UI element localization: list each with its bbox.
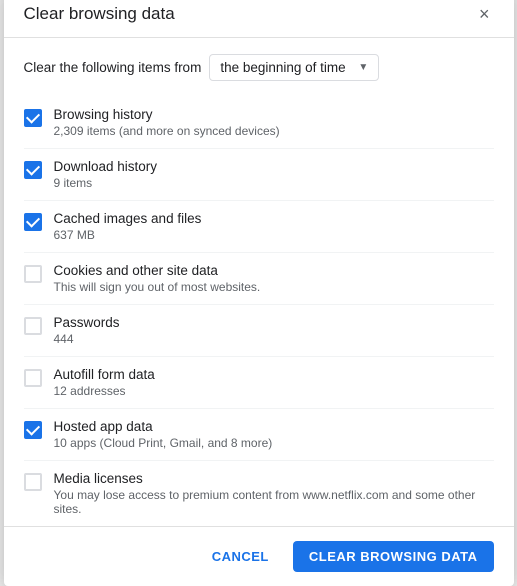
item-text: Media licenses You may lose access to pre… xyxy=(54,471,494,516)
item-name: Cookies and other site data xyxy=(54,263,261,278)
dialog-header: Clear browsing data × xyxy=(4,0,514,38)
cancel-button[interactable]: CANCEL xyxy=(196,541,285,572)
item-text: Cached images and files 637 MB xyxy=(54,211,202,242)
checkbox-browsing-history[interactable] xyxy=(24,109,42,127)
checkbox-inner-autofill xyxy=(24,369,42,387)
item-text: Browsing history 2,309 items (and more on… xyxy=(54,107,280,138)
items-list: Browsing history 2,309 items (and more on… xyxy=(24,97,494,526)
close-button[interactable]: × xyxy=(475,3,494,25)
item-name: Download history xyxy=(54,159,158,174)
time-range-select[interactable]: the beginning of time ▼ xyxy=(209,54,379,81)
checkbox-inner-cookies xyxy=(24,265,42,283)
list-item: Autofill form data 12 addresses xyxy=(24,357,494,409)
checkbox-cookies[interactable] xyxy=(24,265,42,283)
time-range-row: Clear the following items from the begin… xyxy=(24,54,494,81)
item-name: Browsing history xyxy=(54,107,280,122)
chevron-down-icon: ▼ xyxy=(358,62,368,73)
item-sub: This will sign you out of most websites. xyxy=(54,280,261,294)
checkbox-cached-images[interactable] xyxy=(24,213,42,231)
list-item: Hosted app data 10 apps (Cloud Print, Gma… xyxy=(24,409,494,461)
item-name: Cached images and files xyxy=(54,211,202,226)
checkbox-inner-download-history xyxy=(24,161,42,179)
item-text: Autofill form data 12 addresses xyxy=(54,367,155,398)
clear-browsing-data-dialog: Clear browsing data × Clear the followin… xyxy=(4,0,514,586)
checkbox-hosted-app-data[interactable] xyxy=(24,421,42,439)
item-sub: 9 items xyxy=(54,176,158,190)
item-sub: 444 xyxy=(54,332,120,346)
list-item: Passwords 444 xyxy=(24,305,494,357)
item-text: Cookies and other site data This will sig… xyxy=(54,263,261,294)
checkbox-media-licenses[interactable] xyxy=(24,473,42,491)
checkbox-inner-browsing-history xyxy=(24,109,42,127)
item-name: Hosted app data xyxy=(54,419,273,434)
dialog-body: Clear the following items from the begin… xyxy=(4,38,514,526)
list-item: Media licenses You may lose access to pre… xyxy=(24,461,494,526)
item-sub: 637 MB xyxy=(54,228,202,242)
time-range-label: Clear the following items from xyxy=(24,60,202,75)
checkbox-download-history[interactable] xyxy=(24,161,42,179)
item-sub: You may lose access to premium content f… xyxy=(54,488,494,516)
item-text: Download history 9 items xyxy=(54,159,158,190)
time-range-value: the beginning of time xyxy=(220,60,345,75)
item-text: Hosted app data 10 apps (Cloud Print, Gma… xyxy=(54,419,273,450)
item-name: Autofill form data xyxy=(54,367,155,382)
list-item: Download history 9 items xyxy=(24,149,494,201)
checkbox-autofill[interactable] xyxy=(24,369,42,387)
checkbox-inner-media-licenses xyxy=(24,473,42,491)
dialog-title: Clear browsing data xyxy=(24,4,175,24)
item-text: Passwords 444 xyxy=(54,315,120,346)
item-name: Passwords xyxy=(54,315,120,330)
dialog-footer: CANCEL CLEAR BROWSING DATA xyxy=(4,526,514,586)
clear-browsing-data-button[interactable]: CLEAR BROWSING DATA xyxy=(293,541,494,572)
list-item: Cached images and files 637 MB xyxy=(24,201,494,253)
item-name: Media licenses xyxy=(54,471,494,486)
list-item: Cookies and other site data This will sig… xyxy=(24,253,494,305)
list-item: Browsing history 2,309 items (and more on… xyxy=(24,97,494,149)
checkbox-inner-cached-images xyxy=(24,213,42,231)
item-sub: 10 apps (Cloud Print, Gmail, and 8 more) xyxy=(54,436,273,450)
item-sub: 12 addresses xyxy=(54,384,155,398)
checkbox-inner-passwords xyxy=(24,317,42,335)
checkbox-inner-hosted-app-data xyxy=(24,421,42,439)
item-sub: 2,309 items (and more on synced devices) xyxy=(54,124,280,138)
checkbox-passwords[interactable] xyxy=(24,317,42,335)
